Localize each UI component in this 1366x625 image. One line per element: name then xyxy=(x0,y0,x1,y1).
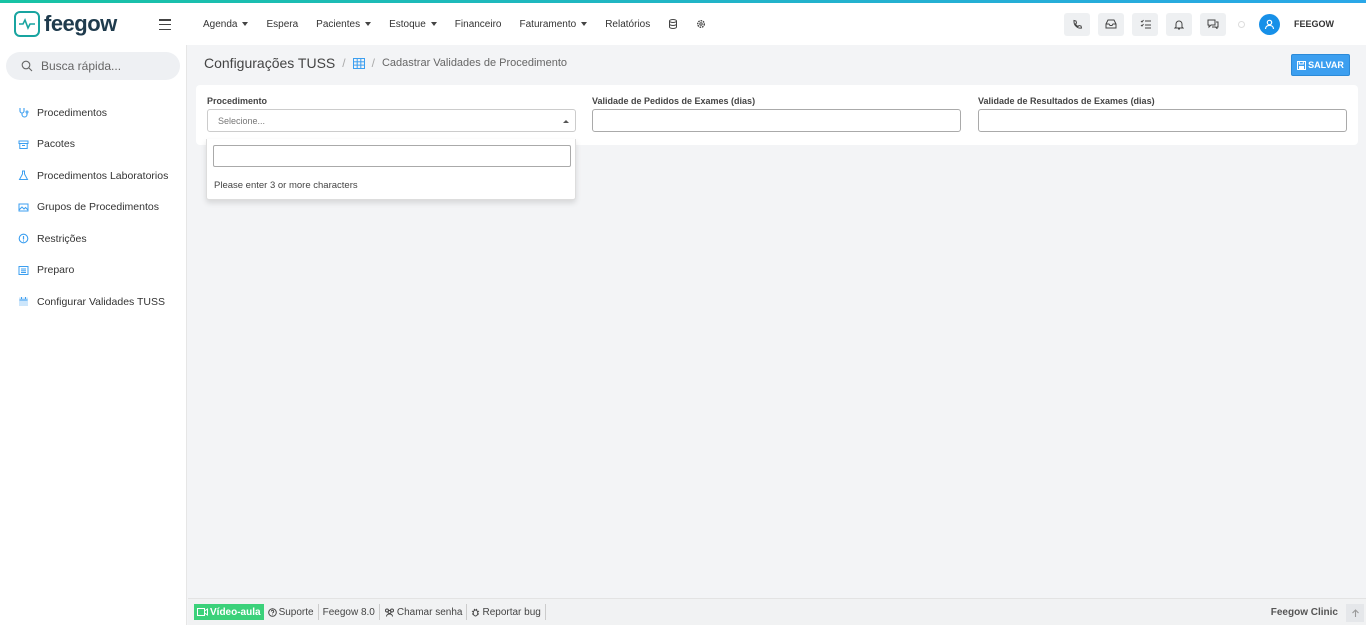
nav-agenda[interactable]: Agenda xyxy=(203,19,249,30)
sidebar-item-preparo[interactable]: Preparo xyxy=(0,255,186,287)
nav-pacientes[interactable]: Pacientes xyxy=(316,19,372,30)
pedidos-label: Validade de Pedidos de Exames (dias) xyxy=(592,96,756,106)
inbox-icon xyxy=(1105,19,1117,29)
sidebar-item-procedimentos-laboratorios[interactable]: Procedimentos Laboratorios xyxy=(0,160,186,192)
nav-relatorios[interactable]: Relatórios xyxy=(605,19,650,30)
info-circle-icon xyxy=(18,233,29,244)
reportar-bug-button[interactable]: Reportar bug xyxy=(467,604,546,620)
hamburger-icon[interactable] xyxy=(159,19,171,30)
breadcrumb-separator: / xyxy=(342,56,346,70)
notifications-button[interactable] xyxy=(1166,12,1192,36)
nav-financeiro[interactable]: Financeiro xyxy=(455,19,502,30)
footer: Vídeo-aula Suporte Feegow 8.0 Chamar sen… xyxy=(188,598,1366,625)
username[interactable]: FEEGOW xyxy=(1294,19,1334,29)
dropdown-message: Please enter 3 or more characters xyxy=(214,180,358,191)
sidebar: Procedimentos Pacotes Procedimentos Labo… xyxy=(0,45,187,625)
floppy-disk-icon xyxy=(1297,60,1307,70)
nav-faturamento[interactable]: Faturamento xyxy=(520,19,588,30)
chat-icon xyxy=(1207,19,1219,29)
sidebar-item-restricoes[interactable]: Restrições xyxy=(0,223,186,255)
arrow-up-icon xyxy=(1351,608,1359,617)
resultados-field: Validade de Resultados de Exames (dias) xyxy=(978,96,1347,132)
version-label: Feegow 8.0 xyxy=(319,604,380,620)
calendar-icon xyxy=(19,297,28,307)
header: feegow Agenda Espera Pacientes Estoque F… xyxy=(0,3,1366,45)
bell-icon xyxy=(1174,20,1184,29)
resultados-input[interactable] xyxy=(978,109,1347,132)
logo-pulse-icon xyxy=(14,11,40,37)
footer-brand: Feegow Clinic xyxy=(1270,606,1338,618)
quick-search xyxy=(6,52,180,80)
video-icon xyxy=(197,608,208,616)
caret-up-icon xyxy=(563,120,569,123)
search-icon xyxy=(21,60,33,72)
nav-espera[interactable]: Espera xyxy=(266,19,298,30)
logo[interactable]: feegow xyxy=(0,11,187,37)
database-icon[interactable] xyxy=(668,19,678,29)
checklist-icon xyxy=(1140,19,1151,29)
procedimento-field: Procedimento Selecione... xyxy=(207,96,576,132)
resultados-label: Validade de Resultados de Exames (dias) xyxy=(978,96,1155,106)
image-group-icon xyxy=(18,203,29,212)
caret-down-icon xyxy=(365,22,372,26)
header-actions: FEEGOW xyxy=(1064,3,1366,45)
table-grid-icon[interactable] xyxy=(352,57,365,69)
list-icon xyxy=(18,265,29,275)
bug-icon xyxy=(472,608,480,616)
flask-icon xyxy=(18,170,29,181)
stethoscope-icon xyxy=(19,108,29,118)
page-title: Configurações TUSS xyxy=(204,55,336,71)
chat-button[interactable] xyxy=(1200,12,1226,36)
tasks-button[interactable] xyxy=(1132,12,1158,36)
scroll-top-button[interactable] xyxy=(1346,604,1364,622)
chamar-senha-button[interactable]: Chamar senha xyxy=(380,604,468,620)
breadcrumb-separator: / xyxy=(371,56,375,70)
procedimento-dropdown: Please enter 3 or more characters xyxy=(206,139,576,200)
suporte-link[interactable]: Suporte xyxy=(264,604,319,620)
caret-down-icon xyxy=(581,22,588,26)
top-navigation: Agenda Espera Pacientes Estoque Financei… xyxy=(203,19,706,30)
main-content: Configurações TUSS / / Cadastrar Validad… xyxy=(188,45,1366,598)
search-input[interactable] xyxy=(41,59,171,73)
users-icon xyxy=(384,608,394,617)
phone-button[interactable] xyxy=(1064,12,1090,36)
caret-down-icon xyxy=(430,22,437,26)
logo-text: feegow xyxy=(44,11,117,36)
user-icon xyxy=(1264,19,1275,29)
procedimento-select[interactable]: Selecione... xyxy=(207,109,576,132)
nav-estoque[interactable]: Estoque xyxy=(389,19,437,30)
pedidos-input[interactable] xyxy=(592,109,961,132)
dropdown-search-input[interactable] xyxy=(213,145,571,167)
sidebar-item-configurar-validades-tuss[interactable]: Configurar Validades TUSS xyxy=(0,286,186,318)
caret-down-icon xyxy=(242,22,249,26)
page-header: Configurações TUSS / / Cadastrar Validad… xyxy=(204,55,567,71)
avatar[interactable] xyxy=(1259,13,1280,35)
phone-icon xyxy=(1072,19,1082,29)
question-circle-icon xyxy=(267,607,277,617)
sidebar-item-procedimentos[interactable]: Procedimentos xyxy=(0,97,186,129)
status-dot xyxy=(1238,20,1245,28)
procedimento-label: Procedimento xyxy=(207,96,268,106)
sidebar-menu: Procedimentos Pacotes Procedimentos Labo… xyxy=(0,97,186,318)
inbox-button[interactable] xyxy=(1098,12,1124,36)
sidebar-item-pacotes[interactable]: Pacotes xyxy=(0,129,186,161)
save-button[interactable]: SALVAR xyxy=(1291,54,1350,76)
pedidos-field: Validade de Pedidos de Exames (dias) xyxy=(592,96,961,132)
breadcrumb: Cadastrar Validades de Procedimento xyxy=(381,57,568,69)
box-icon xyxy=(18,140,29,149)
footer-links: Vídeo-aula Suporte Feegow 8.0 Chamar sen… xyxy=(194,604,546,620)
form-panel: Procedimento Selecione... Validade de Pe… xyxy=(196,85,1358,145)
gear-icon[interactable] xyxy=(696,19,706,29)
sidebar-item-grupos-de-procedimentos[interactable]: Grupos de Procedimentos xyxy=(0,192,186,224)
video-aula-button[interactable]: Vídeo-aula xyxy=(194,604,264,620)
